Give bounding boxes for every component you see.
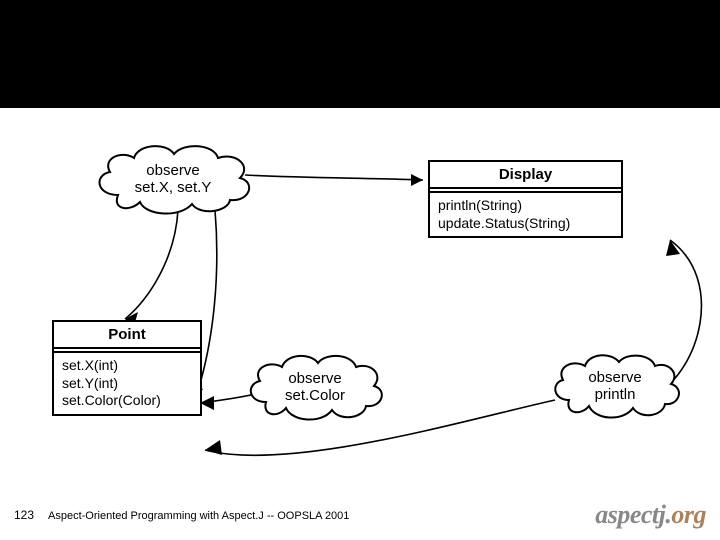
- slide: observe set.X, set.Y Display println(Str…: [0, 0, 720, 540]
- uml-point-methods: set.X(int) set.Y(int) set.Color(Color): [54, 353, 200, 414]
- cloud-setxy-line2: set.X, set.Y: [135, 179, 212, 196]
- cloud-observe-setcolor: observe set.Color: [240, 350, 390, 424]
- uml-point-title: Point: [54, 322, 200, 349]
- cloud-label-setxy: observe set.X, set.Y: [88, 140, 258, 218]
- uml-display-title: Display: [430, 162, 621, 189]
- footer-text: Aspect-Oriented Programming with Aspect.…: [48, 510, 349, 522]
- uml-display: Display println(String) update.Status(St…: [428, 160, 623, 238]
- cloud-setcolor-line1: observe: [288, 370, 341, 387]
- uml-display-methods: println(String) update.Status(String): [430, 193, 621, 236]
- logo: aspectj.org: [595, 500, 706, 530]
- cloud-observe-println: observe println: [545, 350, 685, 422]
- header-bar: [0, 0, 720, 108]
- cloud-setcolor-line2: set.Color: [285, 387, 345, 404]
- uml-point: Point set.X(int) set.Y(int) set.Color(Co…: [52, 320, 202, 416]
- cloud-println-line1: observe: [588, 369, 641, 386]
- cloud-label-setcolor: observe set.Color: [240, 350, 390, 424]
- page-number: 123: [14, 508, 34, 522]
- logo-main: aspectj.: [595, 500, 671, 529]
- cloud-setxy-line1: observe: [146, 162, 199, 179]
- logo-tld: org: [671, 500, 706, 529]
- cloud-label-println: observe println: [545, 350, 685, 422]
- cloud-observe-setxy: observe set.X, set.Y: [88, 140, 258, 218]
- cloud-println-line2: println: [595, 386, 636, 403]
